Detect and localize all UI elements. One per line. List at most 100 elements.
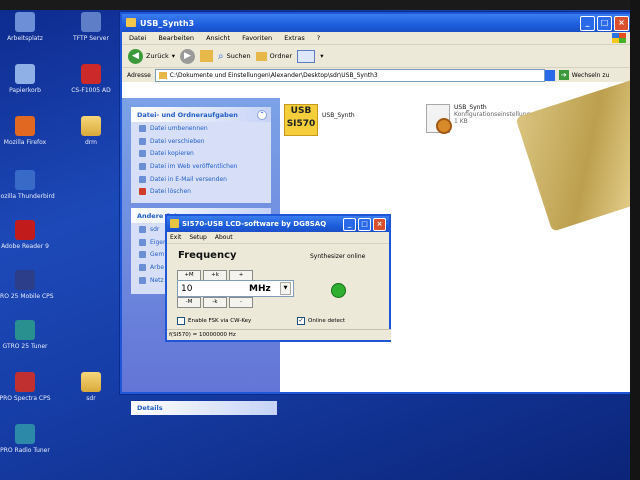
task-publish[interactable]: Datei im Web veröffentlichen — [131, 160, 271, 173]
task-label: Datei löschen — [150, 188, 191, 196]
explorer-toolbar: ◀ Zurück ▾ ▶ ⌕ Suchen Ordner ▾ — [122, 45, 632, 68]
task-email[interactable]: Datei in E-Mail versenden — [131, 173, 271, 186]
frequency-input[interactable]: 10 — [178, 284, 249, 294]
folders-button[interactable]: Ordner — [255, 51, 293, 61]
address-input[interactable]: C:\Dokumente und Einstellungen\Alexander… — [154, 68, 545, 82]
dialog-title: SI570-USB LCD-software by DG8SAQ — [182, 220, 327, 228]
minimize-button[interactable]: _ — [343, 218, 356, 231]
move-icon — [139, 137, 146, 145]
menu-setup[interactable]: Setup — [189, 234, 206, 241]
frequency-field[interactable]: 10 MHz ▼ — [177, 280, 294, 297]
task-rename[interactable]: Datei umbenennen — [131, 122, 271, 135]
web-icon — [139, 162, 146, 170]
maximize-button[interactable]: □ — [358, 218, 371, 231]
tuner-icon — [15, 320, 35, 340]
address-dropdown-button[interactable] — [544, 69, 555, 81]
menu-favoriten[interactable]: Favoriten — [242, 34, 272, 42]
file-tasks-header[interactable]: Datei- und Ordneraufgaben ⌃ — [131, 107, 271, 122]
back-button[interactable]: ◀ Zurück ▾ — [128, 48, 175, 64]
task-label: Datei umbenennen — [150, 124, 208, 132]
desktop-icon-label: Papierkorb — [9, 87, 41, 94]
go-label: Wechseln zu — [571, 71, 610, 79]
maximize-button[interactable]: □ — [597, 16, 612, 31]
desktop-icon-label: PRO Spectra CPS — [0, 395, 51, 402]
menu-bearbeiten[interactable]: Bearbeiten — [158, 34, 194, 42]
menu-about[interactable]: About — [215, 234, 233, 241]
fsk-checkbox-row[interactable]: Enable FSK via CW-Key — [177, 317, 251, 325]
task-delete[interactable]: Datei löschen — [131, 185, 271, 198]
rename-icon — [139, 124, 146, 132]
close-button[interactable]: × — [614, 16, 629, 31]
minus-mhz-button[interactable]: -M — [177, 297, 201, 308]
desktop-icon[interactable]: CS-F1005 AD — [56, 64, 126, 95]
forward-button[interactable]: ▶ — [179, 48, 195, 64]
desktop-icon[interactable]: Arbeitsplatz — [0, 12, 60, 43]
file-tasks-title: Datei- und Ordneraufgaben — [137, 110, 238, 119]
minus-hz-button[interactable]: - — [229, 297, 253, 308]
address-label: Adresse — [127, 71, 151, 79]
computer-icon — [15, 12, 35, 32]
online-detect-checkbox[interactable]: ✓ — [297, 317, 305, 325]
desktop-icon[interactable]: PRO Spectra CPS — [0, 372, 60, 403]
online-detect-label: Online detect — [308, 318, 346, 324]
collapse-icon[interactable]: ⌃ — [257, 110, 267, 120]
close-button[interactable]: × — [373, 218, 386, 231]
online-detect-row[interactable]: ✓ Online detect — [297, 317, 345, 325]
frequency-label: Frequency — [178, 250, 237, 261]
folders-label: Ordner — [269, 52, 293, 60]
computer-icon — [139, 263, 146, 271]
desktop-icon[interactable]: Adobe Reader 9 — [0, 220, 60, 251]
dialog-titlebar[interactable]: SI570-USB LCD-software by DG8SAQ _ □ × — [167, 216, 389, 232]
adobe-reader-icon — [15, 220, 35, 240]
si570-dialog: SI570-USB LCD-software by DG8SAQ _ □ × E… — [165, 214, 391, 342]
desktop-icon[interactable]: sdr — [56, 372, 126, 403]
fsk-checkbox[interactable] — [177, 317, 185, 325]
menu-extras[interactable]: Extras — [284, 34, 305, 42]
menu-help[interactable]: ? — [317, 34, 320, 42]
search-button[interactable]: ⌕ Suchen — [218, 51, 251, 62]
explorer-titlebar[interactable]: USB_Synth3 _ □ × — [122, 14, 632, 32]
usb-synth-app-icon: USB SI570 — [284, 104, 318, 136]
menu-exit[interactable]: Exit — [170, 234, 181, 241]
chevron-down-icon[interactable]: ▾ — [320, 52, 323, 60]
details-header[interactable]: Details — [131, 401, 277, 415]
online-led-indicator — [331, 283, 346, 298]
place-label: Arbe — [150, 263, 165, 271]
file-item[interactable]: USB SI570 USB_Synth — [284, 104, 355, 136]
desktop-icon[interactable]: PRO 25 Mobile CPS — [0, 270, 60, 301]
chevron-down-icon[interactable]: ▾ — [172, 52, 175, 60]
minus-khz-button[interactable]: -k — [203, 297, 227, 308]
task-copy[interactable]: Datei kopieren — [131, 147, 271, 160]
chevron-down-icon[interactable]: ▼ — [280, 282, 291, 295]
desktop-icon-label: PRO 25 Mobile CPS — [0, 293, 54, 300]
menu-ansicht[interactable]: Ansicht — [206, 34, 230, 42]
task-label: Datei verschieben — [150, 137, 205, 145]
monitor-bezel-right — [630, 0, 640, 480]
desktop-icon-label: TFTP Server — [73, 35, 109, 42]
desktop-icon[interactable]: drm — [56, 116, 126, 147]
back-label: Zurück — [146, 52, 169, 60]
desktop-icon[interactable]: GTRO 25 Tuner — [0, 320, 60, 351]
unit-select[interactable]: MHz — [249, 284, 271, 294]
go-button[interactable]: ➔ Wechseln zu — [558, 70, 610, 80]
desktop-icon[interactable]: TFTP Server — [56, 12, 126, 43]
desktop-icon[interactable]: Mozilla Firefox — [0, 116, 60, 147]
config-file-icon — [426, 104, 452, 134]
desktop-icon-label: Adobe Reader 9 — [1, 243, 49, 250]
task-move[interactable]: Datei verschieben — [131, 135, 271, 148]
menu-datei[interactable]: Datei — [129, 34, 146, 42]
minimize-button[interactable]: _ — [580, 16, 595, 31]
view-button[interactable] — [297, 49, 316, 63]
network-icon — [139, 276, 146, 284]
up-folder-icon[interactable] — [199, 50, 213, 62]
delete-icon — [139, 188, 146, 196]
desktop-icon[interactable]: PRO Radio Tuner — [0, 424, 60, 455]
file-name: USB_Synth — [454, 104, 487, 111]
desktop-icon[interactable]: Papierkorb — [0, 64, 60, 95]
desktop-icon-label: Mozilla Firefox — [3, 139, 47, 146]
desktop-icon[interactable]: Mozilla Thunderbird — [0, 170, 60, 201]
down-button-row: -M -k - — [177, 297, 253, 308]
search-label: Suchen — [226, 52, 251, 60]
server-icon — [81, 12, 101, 32]
radio-tuner-icon — [15, 424, 35, 444]
